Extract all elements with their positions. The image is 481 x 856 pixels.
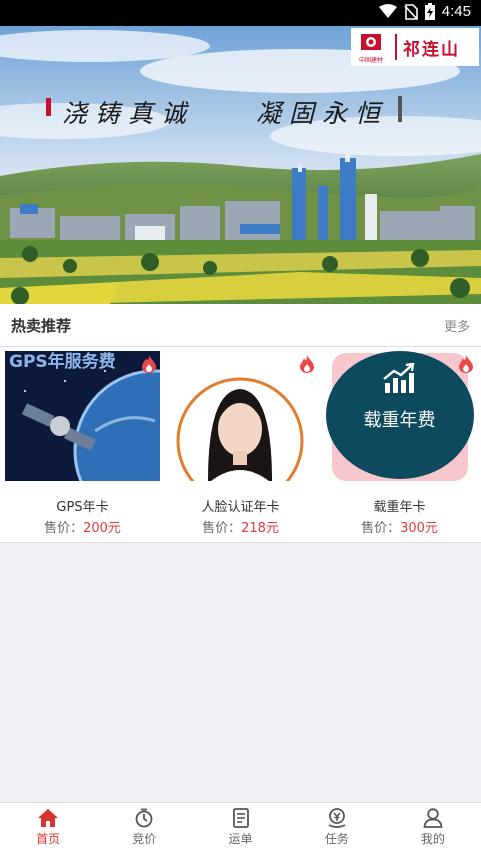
brand-divider: [395, 34, 397, 60]
product-name: 人脸认证年卡: [201, 500, 280, 515]
product-image-load: 载重年费: [322, 351, 477, 481]
product-card-face[interactable]: 人脸认证年卡 售价：218元: [163, 351, 318, 541]
price-value: 300元: [400, 521, 438, 536]
hot-header: 热卖推荐 更多: [0, 304, 481, 347]
calligraphy-seal-left: [46, 98, 51, 116]
stopwatch-icon: [135, 808, 153, 828]
hot-title: 热卖推荐: [11, 316, 72, 335]
product-price: 售价：200元: [5, 517, 160, 536]
nav-label: 我的: [420, 832, 445, 846]
hot-flame-icon: [300, 355, 314, 373]
product-image-caption-gps: GPS年服务费: [9, 352, 116, 372]
chart-up-icon: [383, 363, 415, 393]
status-bar: 4:45: [0, 0, 481, 26]
product-card-load[interactable]: 载重年费 载重年卡 售价：300元: [322, 351, 477, 541]
product-name: 载重年卡: [373, 500, 426, 515]
hot-section: 热卖推荐 更多 GPS年服务费 GPS年卡 售价：200元 人脸认证年卡 售价：…: [0, 304, 481, 543]
face-photo: [163, 351, 318, 481]
brand-logo-text: 中国建材: [358, 57, 383, 64]
nav-item-task[interactable]: 任务: [289, 803, 385, 856]
cnbm-logo-icon: [361, 34, 381, 50]
price-label: 售价：: [44, 521, 84, 536]
user-icon: [423, 808, 443, 828]
nav-label: 任务: [324, 832, 349, 846]
hot-flame-icon: [459, 355, 473, 373]
hot-flame-icon: [142, 355, 156, 373]
calligraphy-seal-right: [398, 96, 402, 122]
banner-landscape-image: [0, 26, 481, 304]
no-sim-icon: [404, 3, 418, 20]
product-price: 售价：300元: [322, 517, 477, 536]
banner-carousel[interactable]: 中国建材 祁连山 浇铸真诚 凝固永恒: [0, 26, 481, 304]
price-value: 218元: [241, 521, 279, 536]
bottom-nav: 首页 竞价 运单 任务 我的: [0, 802, 481, 856]
price-value: 200元: [83, 521, 121, 536]
status-time: 4:45: [441, 3, 471, 20]
brand-name: 祁连山: [403, 39, 460, 60]
nav-item-home[interactable]: 首页: [0, 803, 96, 856]
slogan-right: 凝固永恒: [256, 99, 389, 128]
nav-label: 竞价: [132, 832, 157, 846]
battery-charging-icon: [424, 3, 435, 20]
task-icon: [328, 808, 346, 828]
home-icon: [38, 809, 59, 827]
status-icons: 4:45: [378, 3, 471, 20]
product-card-gps[interactable]: GPS年服务费 GPS年卡 售价：200元: [5, 351, 160, 541]
brand-badge: 中国建材 祁连山: [351, 28, 479, 66]
brand-logo: 中国建材: [351, 28, 391, 66]
nav-item-waybill[interactable]: 运单: [192, 803, 288, 856]
slogan-left: 浇铸真诚: [62, 99, 195, 128]
product-image-caption-load: 载重年费: [363, 410, 436, 431]
price-label: 售价：: [361, 521, 401, 536]
product-image-face: [163, 351, 318, 481]
product-price: 售价：218元: [163, 517, 318, 536]
nav-label: 首页: [36, 832, 61, 846]
price-label: 售价：: [202, 521, 242, 536]
nav-label: 运单: [228, 832, 253, 846]
product-image-gps: GPS年服务费: [5, 351, 160, 481]
document-icon: [232, 808, 249, 828]
more-link[interactable]: 更多: [444, 316, 470, 335]
nav-item-mine[interactable]: 我的: [385, 803, 481, 856]
product-name: GPS年卡: [56, 500, 109, 515]
nav-item-bidding[interactable]: 竞价: [96, 803, 192, 856]
wifi-icon: [378, 4, 397, 18]
